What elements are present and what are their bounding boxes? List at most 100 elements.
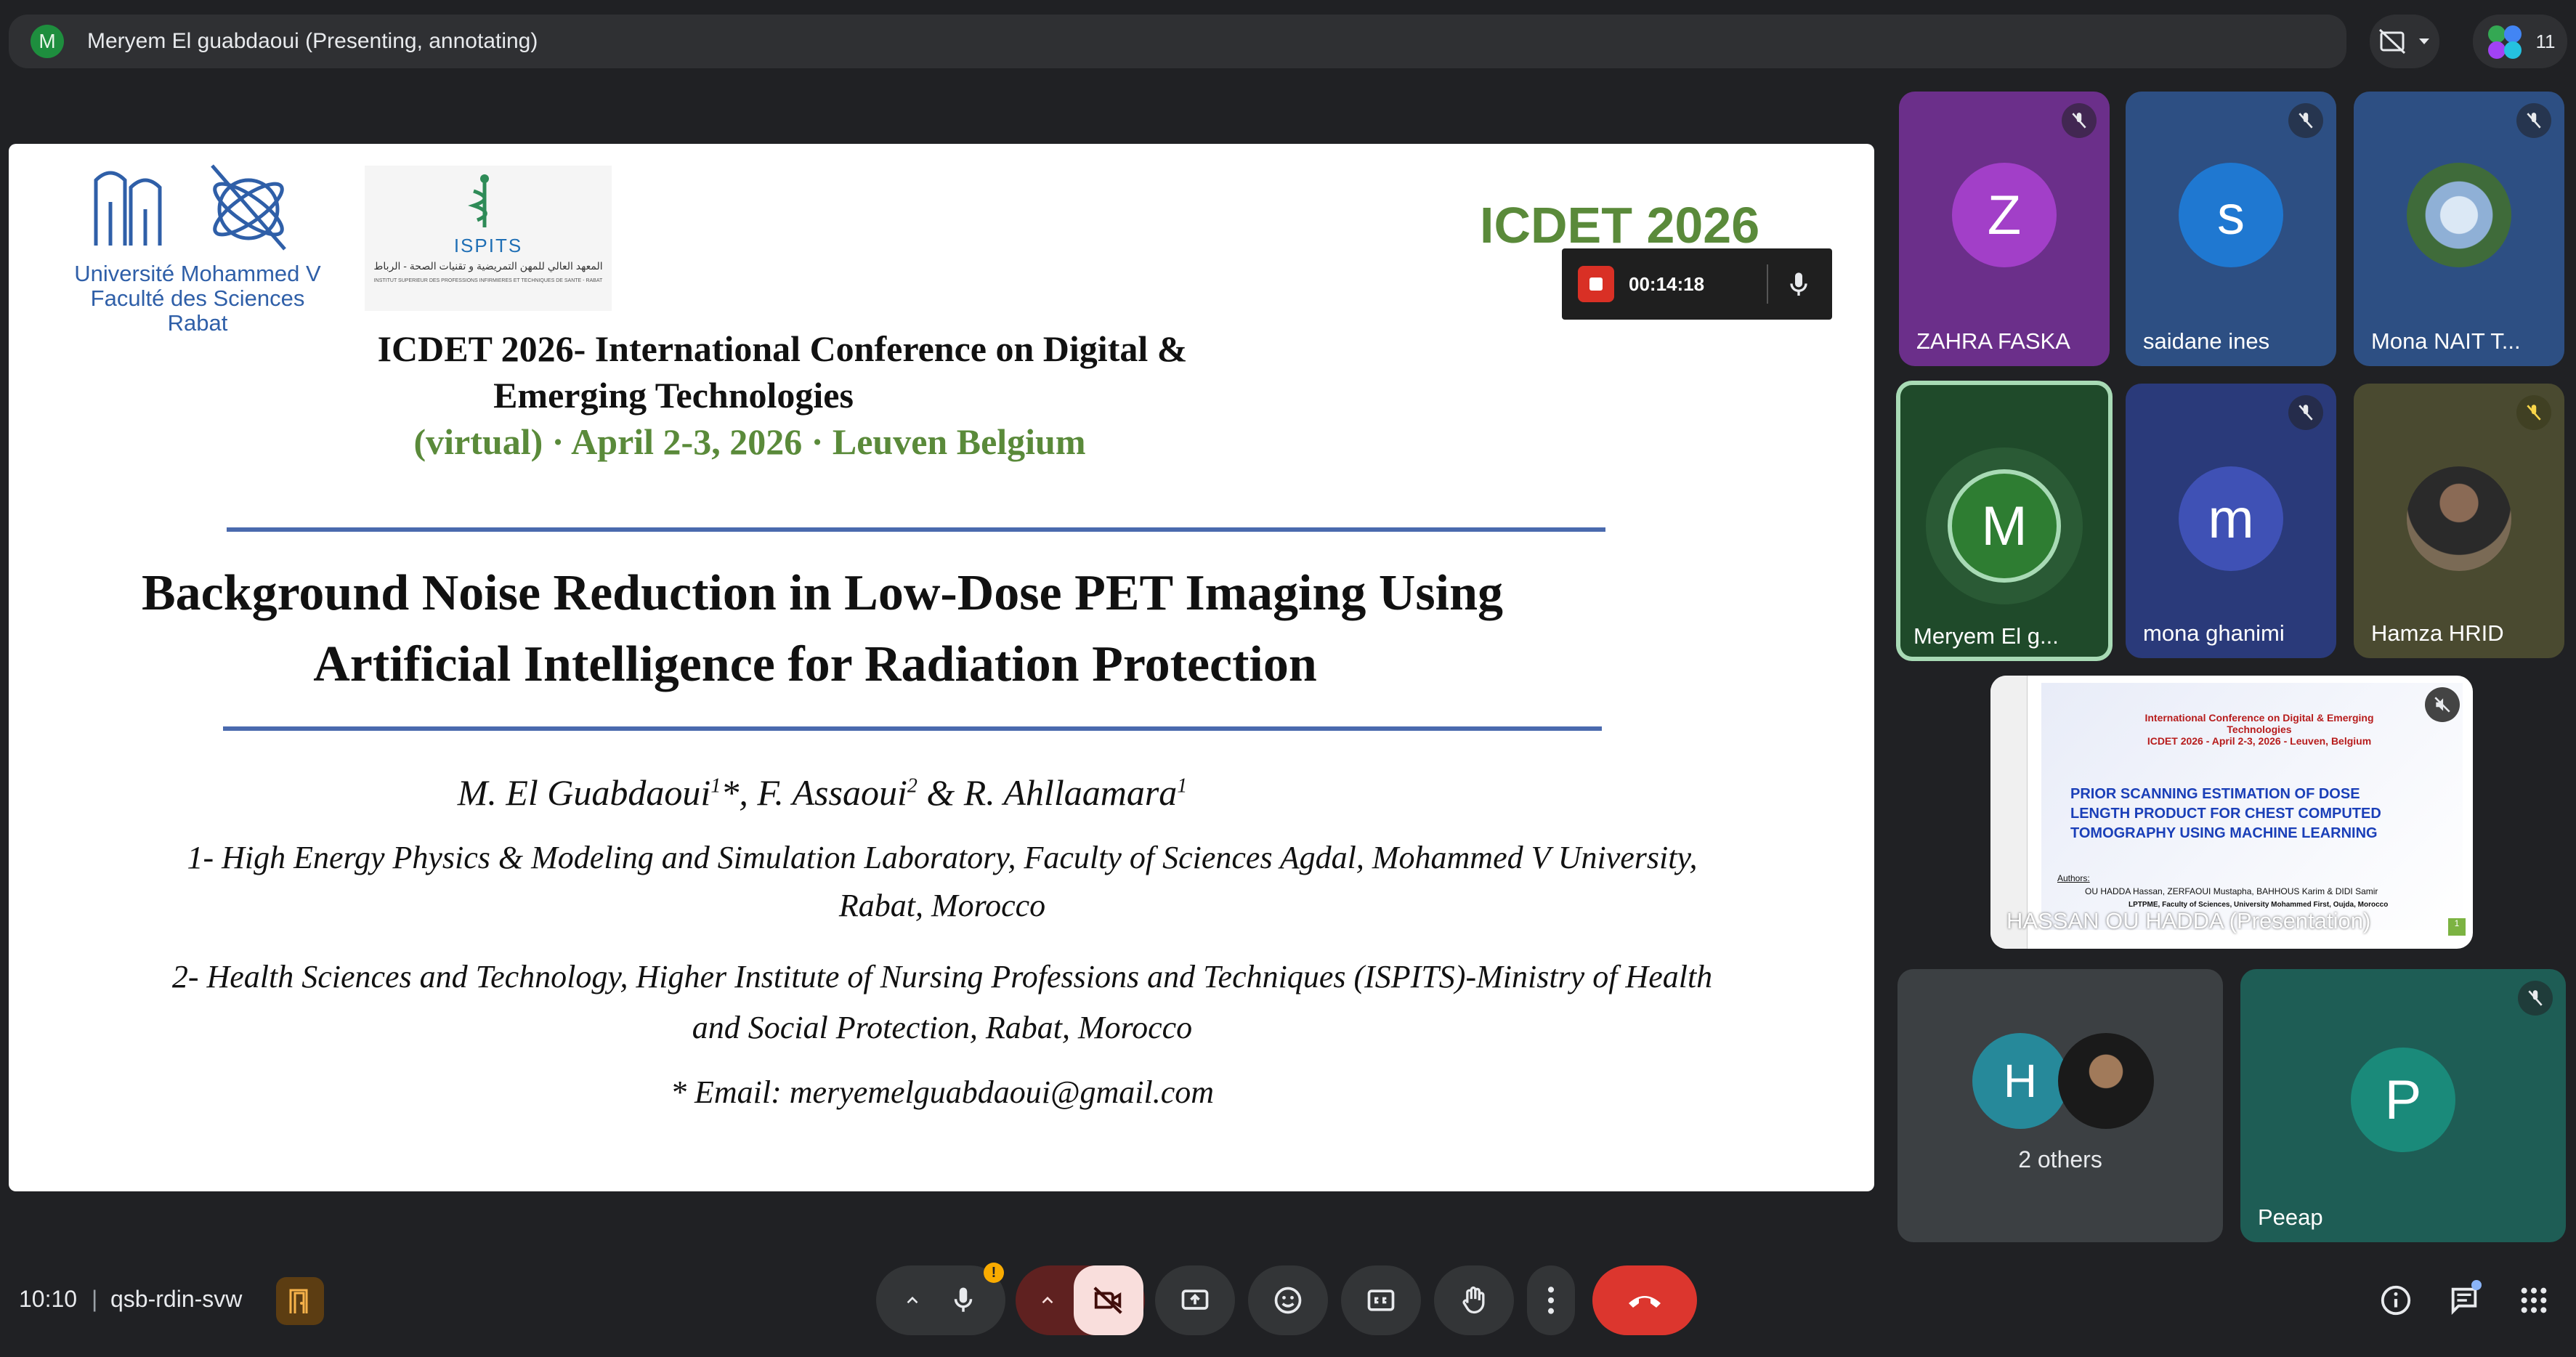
participant-tile-saidane[interactable]: s saidane ines (2126, 92, 2336, 366)
ispits-fine-print: INSTITUT SUPERIEUR DES PROFESSIONS INFIR… (373, 278, 603, 283)
corresponding-mark: *, (721, 772, 748, 813)
captions-icon (1367, 1289, 1395, 1311)
stop-recording-button[interactable] (1578, 266, 1614, 302)
ispits-logo: ISPITS المعهد العالي للمهن التمريضية و ت… (365, 166, 612, 311)
participant-tile-zahra[interactable]: Z ZAHRA FASKA (1899, 92, 2110, 366)
mini-title-line-1: PRIOR SCANNING ESTIMATION OF DOSE (2070, 786, 2360, 802)
participant-name: mona ghanimi (2143, 620, 2285, 646)
ispits-name: ISPITS (453, 235, 523, 256)
university-emblem-icon (94, 164, 286, 251)
leave-call-button[interactable] (1592, 1265, 1697, 1335)
participant-tile-mona-ghanimi[interactable]: m mona ghanimi (2126, 384, 2336, 658)
participant-avatar-flower (2407, 163, 2511, 267)
affiliation-2-line-2: and Social Protection, Rabat, Morocco (692, 1010, 1193, 1045)
chevron-up-icon[interactable] (903, 1291, 922, 1310)
participant-avatar: m (2179, 466, 2283, 571)
mini-title-line-2: LENGTH PRODUCT FOR CHEST COMPUTED (2070, 806, 2381, 822)
author-2-affiliation: 2 (907, 774, 918, 798)
captions-button[interactable] (1341, 1265, 1421, 1335)
emoji-button[interactable] (1248, 1265, 1328, 1335)
raise-hand-button[interactable] (1434, 1265, 1514, 1335)
participants-button[interactable]: 11 (2473, 15, 2567, 68)
author-1-affiliation: 1 (710, 774, 721, 798)
mic-off-icon (2516, 395, 2551, 430)
paper-title-line-1: Background Noise Reduction in Low-Dose P… (141, 565, 1504, 621)
presentation-slide: International Conference on Digital & Em… (2041, 683, 2466, 936)
participant-name: ZAHRA FASKA (1916, 328, 2070, 354)
meeting-code[interactable]: qsb-rdin-svw (110, 1286, 242, 1313)
mini-conf-line-1: International Conference on Digital & Em… (2144, 712, 2374, 724)
host-controls-button[interactable] (276, 1277, 324, 1325)
mic-icon[interactable] (948, 1285, 979, 1316)
conference-date-location: (virtual) · April 2-3, 2026 · Leuven Bel… (413, 421, 1086, 462)
recording-indicator: 00:14:18 (1562, 248, 1832, 320)
others-tile[interactable]: H 2 others (1897, 969, 2223, 1242)
mini-page-number: 1 (2448, 918, 2466, 936)
affiliation-1-line-2: Rabat, Morocco (838, 888, 1046, 923)
recording-timer: 00:14:18 (1629, 273, 1705, 295)
others-count-label: 2 others (2018, 1146, 2102, 1172)
stop-icon (1589, 278, 1603, 291)
mini-conf-line-3: ICDET 2026 - April 2-3, 2026 - Leuven, B… (2147, 735, 2372, 747)
participant-name: saidane ines (2143, 328, 2270, 354)
affiliation-1-line-1: 1- High Energy Physics & Modeling and Si… (187, 840, 1698, 875)
participant-avatar: M (1948, 469, 2061, 583)
participant-tile-meryem-speaking[interactable]: M Meryem El g... (1896, 381, 2113, 661)
presenter-avatar: M (31, 25, 64, 58)
ispits-arabic-name: المعهد العالي للمهن التمريضية و تقنيات ا… (373, 260, 603, 272)
mic-off-icon (2516, 103, 2551, 138)
mic-warning-badge: ! (984, 1263, 1004, 1283)
chat-unread-dot (2471, 1280, 2482, 1290)
presenter-label: Meryem El guabdaoui (Presenting, annotat… (87, 29, 538, 53)
author-2: F. Assaoui (757, 772, 907, 813)
author-1: M. El Guabdaoui (457, 772, 711, 813)
participant-name: Hamza HRID (2371, 620, 2504, 646)
conference-title-line-1: ICDET 2026- International Conference on … (377, 328, 1188, 369)
presentation-tile-label: HASSAN OU HADDA (Presentation) (2006, 908, 2371, 933)
other-avatar-photo (2058, 1033, 2154, 1129)
clock: 10:10 (19, 1286, 78, 1312)
door-icon (289, 1289, 308, 1313)
camera-toggle-button[interactable] (1074, 1265, 1143, 1335)
raise-hand-icon (1462, 1287, 1485, 1314)
presentation-tile[interactable]: International Conference on Digital & Em… (1990, 676, 2473, 949)
layout-menu-button[interactable] (2370, 15, 2439, 68)
mic-off-icon (2062, 103, 2097, 138)
participant-tile-hamza[interactable]: Hamza HRID (2354, 384, 2564, 658)
participant-tile-mona-nait[interactable]: Mona NAIT T... (2354, 92, 2564, 366)
mic-off-icon (2288, 395, 2323, 430)
more-options-icon (1547, 1287, 1555, 1314)
camera-off-icon (1093, 1287, 1122, 1314)
present-button[interactable] (1155, 1265, 1235, 1335)
mini-authors: OU HADDA Hassan, ZERFAOUI Mustapha, BAHH… (2085, 886, 2378, 896)
layout-icon (2378, 28, 2406, 54)
chat-button[interactable] (2444, 1280, 2484, 1321)
author-3-affiliation: 1 (1177, 774, 1188, 798)
participant-name: Meryem El g... (1913, 623, 2059, 649)
shared-slide: Université Mohammed V Faculté des Scienc… (9, 144, 1874, 1191)
top-divider (227, 527, 1605, 532)
activities-button[interactable] (2514, 1280, 2554, 1321)
university-logo: Université Mohammed V Faculté des Scienc… (38, 158, 357, 336)
participant-avatar-photo (2407, 466, 2511, 571)
meeting-details-button[interactable] (2375, 1280, 2416, 1321)
conference-title-line-2: Emerging Technologies (493, 375, 854, 416)
author-3: & R. Ahllaamara (926, 772, 1178, 813)
participant-avatar: s (2179, 163, 2283, 267)
more-options-button[interactable] (1527, 1265, 1575, 1335)
authors-line: M. El Guabdaoui1*, F. Assaoui2 & R. Ahll… (81, 771, 1752, 814)
mic-icon[interactable] (1784, 270, 1813, 299)
separator: | (92, 1286, 98, 1312)
emoji-icon (1274, 1287, 1302, 1314)
participant-tile-peeap[interactable]: P Peeap (2240, 969, 2566, 1242)
caduceus-icon (468, 174, 489, 227)
participant-name: Mona NAIT T... (2371, 328, 2521, 354)
activities-icon (2521, 1287, 2547, 1313)
mic-off-icon (2288, 103, 2323, 138)
participant-avatar: P (2351, 1048, 2455, 1152)
mini-title-line-3: TOMOGRAPHY USING MACHINE LEARNING (2070, 825, 2378, 841)
participants-avatar-stack (2485, 21, 2526, 62)
faculty-name: Faculté des Sciences (90, 285, 305, 311)
mini-conf-line-2: Technologies (2227, 724, 2292, 735)
chevron-up-icon[interactable] (1038, 1291, 1057, 1310)
